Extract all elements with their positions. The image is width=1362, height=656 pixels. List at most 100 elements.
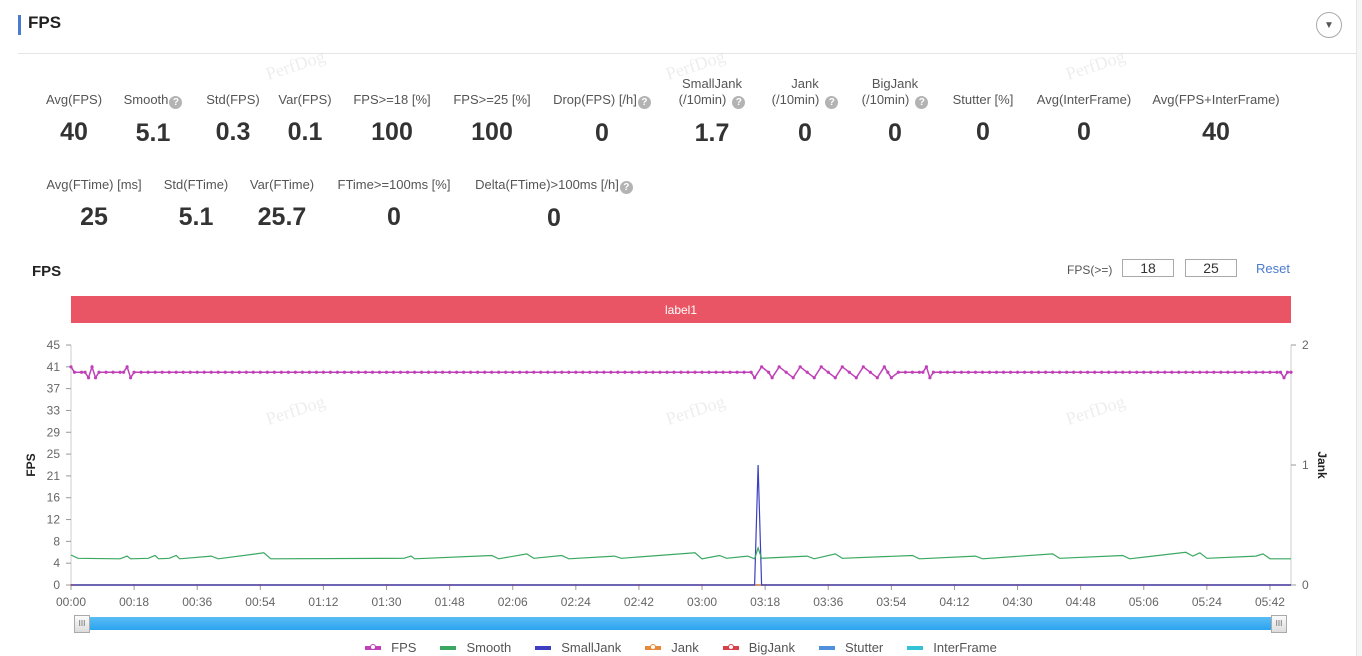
data-point-fps [237, 370, 241, 374]
data-point-fps [1282, 376, 1286, 380]
range-start-handle[interactable]: III [74, 615, 90, 633]
data-point-fps [637, 370, 641, 374]
fps-chart[interactable]: 04812162125293337414501200:00 00:18 00:36 0… [0, 0, 1362, 620]
series-line-smalljank [71, 464, 1291, 586]
data-point-fps [490, 370, 494, 374]
y-tick-label: 41 [47, 360, 61, 374]
data-point-fps [1240, 370, 1244, 374]
y-tick-label: 29 [47, 425, 61, 439]
x-tick-label: 04:12 [939, 595, 969, 609]
data-point-fps [86, 376, 91, 380]
y2-tick-label: 1 [1302, 458, 1309, 472]
data-point-fps [174, 370, 178, 374]
data-point-fps [651, 370, 655, 374]
data-point-fps [265, 370, 269, 374]
legend-item-bigjank[interactable]: BigJank [722, 640, 795, 655]
legend-item-fps[interactable]: FPS [365, 640, 416, 655]
x-tick-label: 00:18 [119, 595, 149, 609]
data-point-fps [938, 370, 943, 374]
data-point-fps [1043, 370, 1048, 374]
legend-swatch-icon [645, 643, 662, 650]
data-point-fps [553, 370, 557, 374]
fps-panel: FPS ▼ PerfDog PerfDog PerfDog PerfDog Pe… [0, 0, 1357, 656]
legend-item-smalljank[interactable]: SmallJank [535, 640, 621, 655]
data-point-fps [223, 370, 227, 374]
data-point-fps [753, 376, 757, 380]
data-point-fps [875, 376, 879, 380]
legend-swatch-icon [907, 645, 924, 650]
data-point-fps [854, 376, 858, 380]
data-point-fps [483, 370, 487, 374]
data-point-fps [349, 370, 354, 374]
data-point-fps [1177, 370, 1181, 374]
data-point-fps [1051, 370, 1055, 374]
legend-item-interframe[interactable]: InterFrame [907, 640, 997, 655]
data-point-fps [679, 370, 683, 374]
legend-swatch-icon [722, 643, 739, 650]
data-point-fps [840, 365, 844, 369]
data-point-fps [784, 370, 788, 374]
data-point-fps [770, 376, 774, 380]
y-axis-title: FPS [24, 453, 38, 476]
x-tick-label: 02:24 [561, 595, 591, 609]
data-point-fps [812, 376, 816, 380]
data-point-fps [1065, 370, 1069, 374]
data-point-fps [272, 370, 276, 374]
data-point-fps [251, 370, 255, 374]
x-tick-label: 00:00 [56, 595, 86, 609]
data-point-fps [1212, 370, 1216, 374]
x-tick-label: 05:24 [1192, 595, 1222, 609]
data-point-fps [777, 365, 781, 369]
data-point-fps [79, 370, 84, 374]
data-point-fps [665, 370, 669, 374]
data-point-fps [1128, 370, 1132, 374]
data-point-fps [742, 370, 746, 374]
data-point-fps [749, 370, 753, 374]
data-point-fps [928, 376, 932, 380]
data-point-fps [987, 370, 992, 374]
data-point-fps [616, 370, 620, 374]
data-point-fps [1022, 370, 1027, 374]
data-point-fps [1219, 370, 1223, 374]
data-point-fps [441, 370, 445, 374]
data-point-fps [574, 370, 578, 374]
data-point-fps [1107, 370, 1111, 374]
data-point-fps [910, 370, 914, 374]
data-point-fps [167, 370, 171, 374]
series-line-smooth [70, 545, 1291, 560]
data-point-fps [1261, 370, 1265, 374]
legend-item-stutter[interactable]: Stutter [818, 640, 883, 655]
x-tick-label: 01:48 [435, 595, 465, 609]
data-point-fps [546, 370, 550, 374]
data-point-fps [1191, 370, 1195, 374]
y-tick-label: 8 [53, 534, 60, 548]
data-point-fps [125, 365, 129, 369]
data-point-fps [581, 370, 585, 374]
data-point-fps [1121, 370, 1125, 374]
data-point-fps [707, 370, 711, 374]
data-point-fps [896, 370, 900, 374]
data-point-fps [567, 370, 571, 374]
time-range-scrollbar[interactable] [82, 617, 1280, 630]
data-point-fps [924, 365, 929, 369]
legend-item-smooth[interactable]: Smooth [440, 640, 511, 655]
data-point-fps [1114, 370, 1118, 374]
data-point-fps [819, 365, 823, 369]
data-point-fps [1149, 370, 1153, 374]
data-point-fps [644, 370, 648, 374]
data-point-fps [153, 370, 157, 374]
data-point-fps [1268, 370, 1272, 374]
legend-marker-icon [727, 643, 734, 650]
data-point-fps [973, 370, 978, 374]
data-point-fps [1072, 370, 1076, 374]
data-point-fps [1170, 370, 1174, 374]
data-point-fps [370, 370, 375, 374]
x-tick-label: 05:42 [1255, 595, 1285, 609]
data-point-fps [805, 370, 809, 374]
legend-item-jank[interactable]: Jank [645, 640, 699, 655]
data-point-fps [798, 365, 802, 369]
data-point-fps [952, 370, 957, 374]
range-end-handle[interactable]: III [1271, 615, 1287, 633]
data-point-fps [363, 370, 368, 374]
data-point-fps [1278, 370, 1283, 374]
